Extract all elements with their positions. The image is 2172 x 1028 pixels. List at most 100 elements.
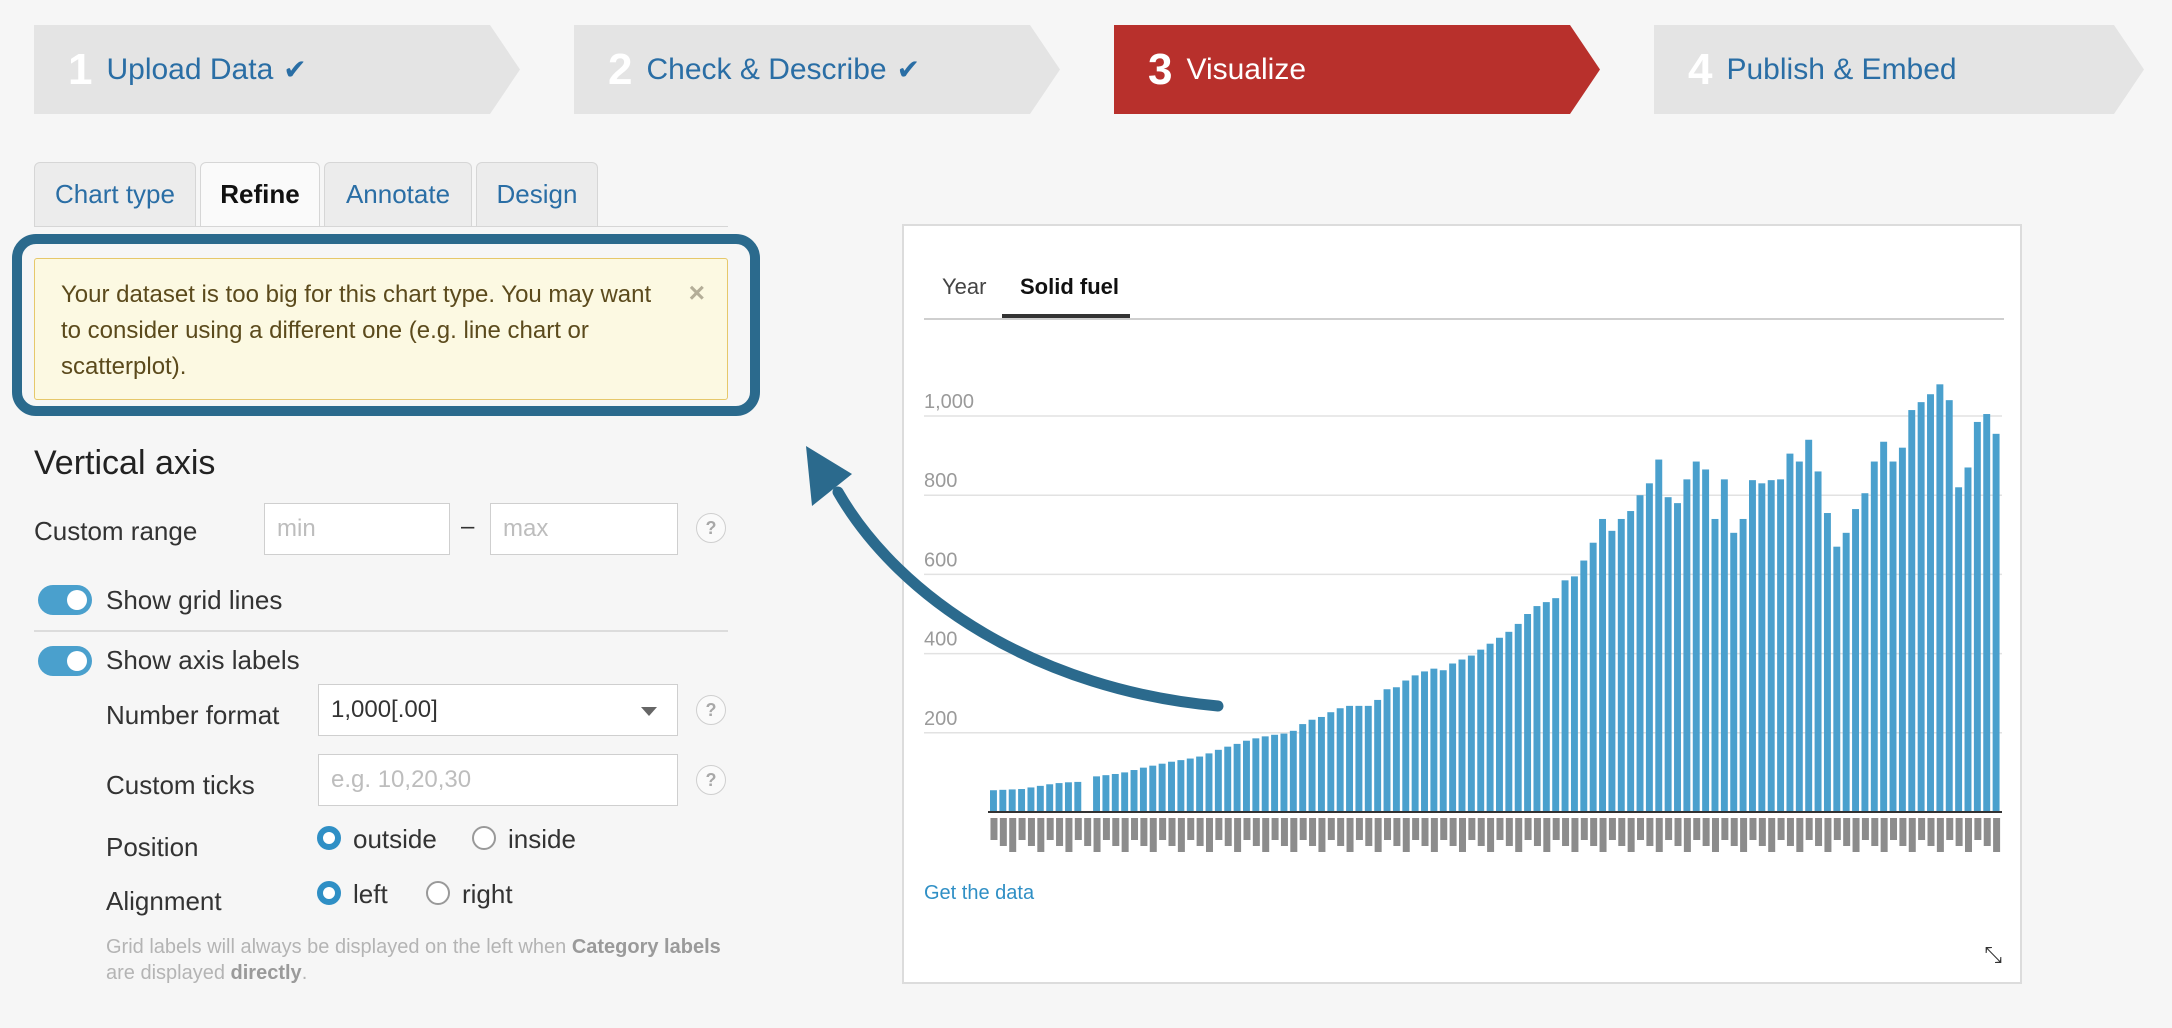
bar bbox=[1261, 736, 1269, 812]
note-text: . bbox=[301, 962, 308, 984]
x-tick-label bbox=[1215, 818, 1223, 840]
bar bbox=[1983, 414, 1991, 812]
x-tick-label bbox=[1102, 818, 1110, 840]
bar bbox=[990, 790, 997, 812]
help-icon[interactable]: ? bbox=[696, 765, 726, 795]
alignment-right-label: right bbox=[462, 879, 513, 909]
bar bbox=[1533, 606, 1541, 812]
range-min-input[interactable]: min bbox=[264, 503, 450, 555]
bar bbox=[1224, 746, 1232, 812]
help-icon[interactable]: ? bbox=[696, 513, 726, 543]
x-tick-label bbox=[1477, 818, 1485, 846]
bar bbox=[1186, 758, 1194, 812]
step-check-describe[interactable]: 2 Check & Describe ✔ bbox=[574, 25, 1060, 114]
close-icon[interactable]: × bbox=[689, 275, 705, 311]
x-tick-label bbox=[1365, 818, 1373, 846]
help-icon[interactable]: ? bbox=[696, 695, 726, 725]
bar bbox=[1271, 734, 1279, 812]
x-tick-label bbox=[1027, 818, 1035, 846]
grid-labels-note: Grid labels will always be displayed on … bbox=[106, 934, 746, 986]
tab-refine[interactable]: Refine bbox=[200, 162, 320, 226]
x-tick-label bbox=[1805, 818, 1813, 840]
x-tick-label bbox=[1271, 818, 1279, 840]
bar bbox=[1374, 699, 1382, 812]
custom-range-label: Custom range bbox=[34, 516, 198, 546]
bar bbox=[1749, 480, 1756, 812]
bar bbox=[1327, 712, 1335, 812]
bar bbox=[1524, 614, 1532, 812]
range-max-input[interactable]: max bbox=[490, 503, 678, 555]
tab-annotate[interactable]: Annotate bbox=[324, 162, 472, 226]
bar bbox=[1449, 663, 1457, 812]
tab-chart-type[interactable]: Chart type bbox=[34, 162, 196, 226]
bar bbox=[1777, 479, 1785, 812]
number-format-label: Number format bbox=[106, 700, 280, 730]
bar bbox=[1570, 576, 1578, 812]
x-tick-label bbox=[1224, 818, 1232, 846]
bar bbox=[1908, 410, 1916, 812]
step-upload-data[interactable]: 1 Upload Data ✔ bbox=[34, 25, 520, 114]
alignment-left-radio[interactable] bbox=[317, 881, 341, 905]
x-tick-label bbox=[1674, 818, 1682, 846]
x-tick-label bbox=[1196, 818, 1204, 846]
x-tick-label bbox=[1037, 818, 1045, 852]
position-inside-radio[interactable] bbox=[472, 826, 496, 850]
step-number: 1 bbox=[68, 44, 93, 94]
x-tick-label bbox=[1065, 818, 1073, 852]
bar bbox=[1973, 421, 1981, 812]
grid-lines-toggle[interactable] bbox=[38, 585, 92, 615]
position-label: Position bbox=[106, 832, 199, 862]
x-tick-label bbox=[1421, 818, 1429, 846]
x-tick-label bbox=[1346, 818, 1354, 852]
y-tick-label: 600 bbox=[924, 549, 957, 571]
x-tick-label bbox=[1046, 818, 1054, 840]
x-tick-label bbox=[1430, 818, 1438, 852]
bar bbox=[1861, 493, 1869, 812]
x-tick-label bbox=[1890, 818, 1898, 840]
resize-icon[interactable]: ⤡ bbox=[1984, 942, 2002, 968]
axis-labels-toggle[interactable] bbox=[38, 646, 92, 676]
number-format-select[interactable]: 1,000[.00] bbox=[318, 684, 678, 736]
bar bbox=[1936, 384, 1944, 812]
x-tick-label bbox=[1665, 818, 1673, 840]
bar bbox=[1130, 770, 1138, 812]
x-tick-label bbox=[999, 818, 1007, 846]
get-data-link[interactable]: Get the data bbox=[924, 882, 1034, 905]
x-tick-label bbox=[1440, 818, 1448, 840]
x-tick-label bbox=[1871, 818, 1879, 846]
bar-chart: 200 400 600 800 1,000 bbox=[924, 384, 2002, 852]
position-outside-radio[interactable] bbox=[317, 826, 341, 850]
step-number: 3 bbox=[1148, 44, 1173, 94]
x-tick-label bbox=[1955, 818, 1963, 846]
custom-ticks-input[interactable]: e.g. 10,20,30 bbox=[318, 754, 678, 806]
y-tick-label: 200 bbox=[924, 708, 957, 730]
y-tick-label: 400 bbox=[924, 629, 957, 651]
bar bbox=[1467, 655, 1475, 812]
bar bbox=[1636, 495, 1644, 812]
bar bbox=[1795, 461, 1803, 812]
bar bbox=[1627, 511, 1635, 812]
x-tick-label bbox=[1936, 818, 1944, 852]
x-tick-label bbox=[1590, 818, 1598, 846]
bar bbox=[1439, 670, 1447, 812]
bar bbox=[1392, 687, 1400, 812]
tab-design[interactable]: Design bbox=[476, 162, 598, 226]
bar bbox=[1589, 542, 1597, 812]
x-tick-label bbox=[1777, 818, 1785, 840]
bar bbox=[1964, 467, 1972, 812]
bar bbox=[1889, 461, 1897, 812]
x-tick-label bbox=[1758, 818, 1766, 846]
x-tick-label bbox=[1946, 818, 1954, 840]
dataset-warning-alert: Your dataset is too big for this chart t… bbox=[34, 258, 728, 400]
step-visualize[interactable]: 3 Visualize bbox=[1114, 25, 1600, 114]
step-publish-embed[interactable]: 4 Publish & Embed bbox=[1654, 25, 2144, 114]
x-tick-label bbox=[1580, 818, 1588, 840]
alignment-right-radio[interactable] bbox=[426, 881, 450, 905]
bar bbox=[1308, 719, 1316, 812]
x-tick-label bbox=[1449, 818, 1457, 846]
bar bbox=[1317, 716, 1325, 812]
x-tick-label bbox=[1458, 818, 1466, 852]
bar bbox=[1805, 439, 1813, 812]
alert-text: Your dataset is too big for this chart t… bbox=[61, 281, 652, 380]
bar bbox=[1542, 602, 1550, 812]
